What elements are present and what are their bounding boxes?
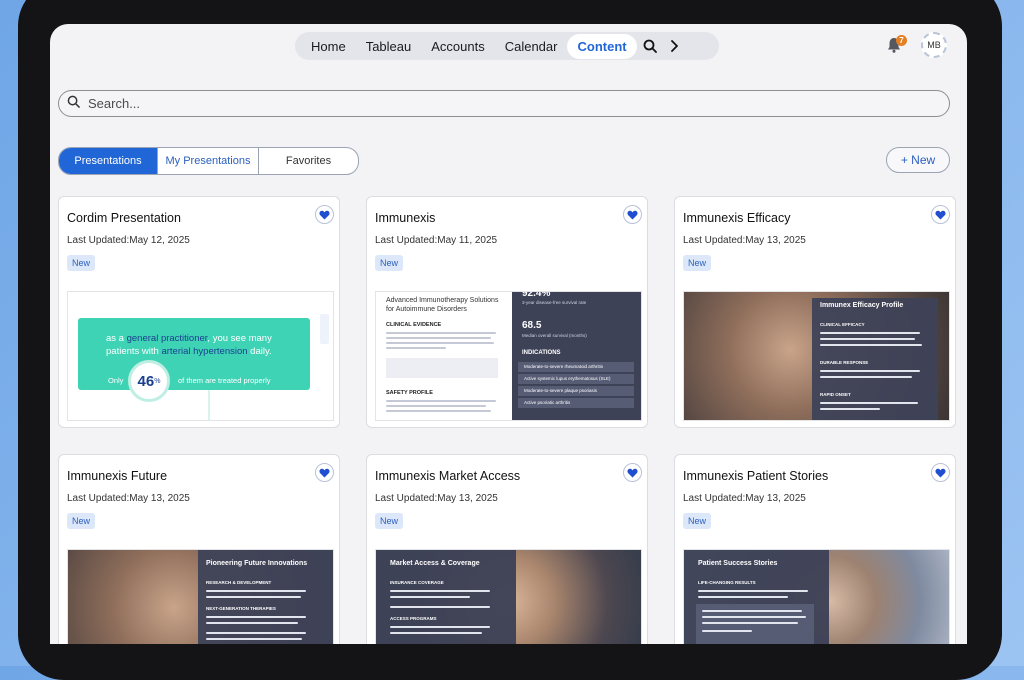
thumb-only: Only: [108, 376, 124, 385]
search-input[interactable]: [86, 95, 910, 112]
card-thumbnail: Market Access & Coverage INSURANCE COVER…: [375, 549, 642, 644]
presentation-card[interactable]: Cordim Presentation Last Updated:May 12,…: [58, 196, 340, 428]
overlay-panel: Pioneering Future Innovations RESEARCH &…: [198, 550, 333, 644]
nav-tableau[interactable]: Tableau: [356, 34, 422, 59]
heart-icon[interactable]: [315, 463, 334, 482]
tab-presentations[interactable]: Presentations: [59, 148, 158, 174]
heart-icon[interactable]: [623, 463, 642, 482]
new-badge: New: [375, 513, 404, 529]
overlay-panel: Patient Success Stories LIFE-CHANGING RE…: [684, 550, 829, 644]
thumb-clinical: CLINICAL EVIDENCE: [386, 322, 442, 328]
new-badge: New: [375, 255, 404, 271]
card-title: Immunexis Efficacy: [683, 211, 791, 225]
search-icon[interactable]: [639, 35, 661, 57]
new-button[interactable]: + New: [886, 147, 950, 173]
card-updated: Last Updated:May 12, 2025: [67, 235, 190, 246]
card-title: Immunexis Future: [67, 469, 168, 483]
card-thumbnail: Pioneering Future Innovations RESEARCH &…: [67, 549, 334, 644]
heart-icon[interactable]: [931, 463, 950, 482]
card-updated: Last Updated:May 13, 2025: [375, 493, 498, 504]
card-updated: Last Updated:May 13, 2025: [683, 235, 806, 246]
search-bar[interactable]: [58, 90, 950, 117]
heart-icon[interactable]: [623, 205, 642, 224]
new-badge: New: [683, 255, 712, 271]
percent-circle: 46%: [128, 360, 170, 402]
presentation-card[interactable]: Immunexis Market Access Last Updated:May…: [366, 454, 648, 644]
new-badge: New: [683, 513, 712, 529]
presentation-card[interactable]: Immunexis Patient Stories Last Updated:M…: [674, 454, 956, 644]
tab-my-presentations[interactable]: My Presentations: [158, 148, 259, 174]
notification-badge: 7: [896, 35, 907, 46]
chevron-right-icon[interactable]: [663, 35, 685, 57]
thumb-text: as a general practitioner, you see many …: [106, 333, 272, 357]
nav-home[interactable]: Home: [301, 34, 356, 59]
thumb-treated: of them are treated properly: [178, 376, 271, 385]
new-badge: New: [67, 513, 96, 529]
app-screen: Home Tableau Accounts Calendar Content 7…: [50, 24, 967, 644]
presentation-card[interactable]: Immunexis Future Last Updated:May 13, 20…: [58, 454, 340, 644]
card-title: Cordim Presentation: [67, 211, 181, 225]
avatar[interactable]: MB: [921, 32, 947, 58]
card-updated: Last Updated:May 13, 2025: [67, 493, 190, 504]
card-thumbnail: Patient Success Stories LIFE-CHANGING RE…: [683, 549, 950, 644]
stats-panel: 92.4% 3-year disease-free survival rate …: [512, 292, 641, 420]
thumb-safety: SAFETY PROFILE: [386, 390, 433, 396]
card-title: Immunexis Patient Stories: [683, 469, 829, 483]
card-title: Immunexis Market Access: [375, 469, 521, 483]
card-updated: Last Updated:May 11, 2025: [375, 235, 498, 246]
overlay-panel: Immunex Efficacy Profile CLINICAL EFFICA…: [812, 298, 938, 420]
card-title: Immunexis: [375, 211, 436, 225]
presentation-filter: Presentations My Presentations Favorites: [58, 147, 359, 175]
card-updated: Last Updated:May 13, 2025: [683, 493, 806, 504]
heart-icon[interactable]: [315, 205, 334, 224]
nav-accounts[interactable]: Accounts: [421, 34, 494, 59]
nav-content[interactable]: Content: [567, 33, 637, 59]
tab-favorites[interactable]: Favorites: [259, 148, 358, 174]
card-thumbnail: Immunex Efficacy Profile CLINICAL EFFICA…: [683, 291, 950, 421]
search-icon: [67, 95, 80, 113]
new-badge: New: [67, 255, 96, 271]
heart-icon[interactable]: [931, 205, 950, 224]
presentation-card[interactable]: Immunexis Last Updated:May 11, 2025 New …: [366, 196, 648, 428]
nav-calendar[interactable]: Calendar: [495, 34, 568, 59]
top-nav: Home Tableau Accounts Calendar Content: [295, 32, 719, 60]
overlay-panel: Market Access & Coverage INSURANCE COVER…: [376, 550, 516, 644]
presentation-card[interactable]: Immunexis Efficacy Last Updated:May 13, …: [674, 196, 956, 428]
card-thumbnail: Advanced Immunotherapy Solutions for Aut…: [375, 291, 642, 421]
card-thumbnail: as a general practitioner, you see many …: [67, 291, 334, 421]
thumb-heading: Advanced Immunotherapy Solutions for Aut…: [386, 297, 499, 313]
